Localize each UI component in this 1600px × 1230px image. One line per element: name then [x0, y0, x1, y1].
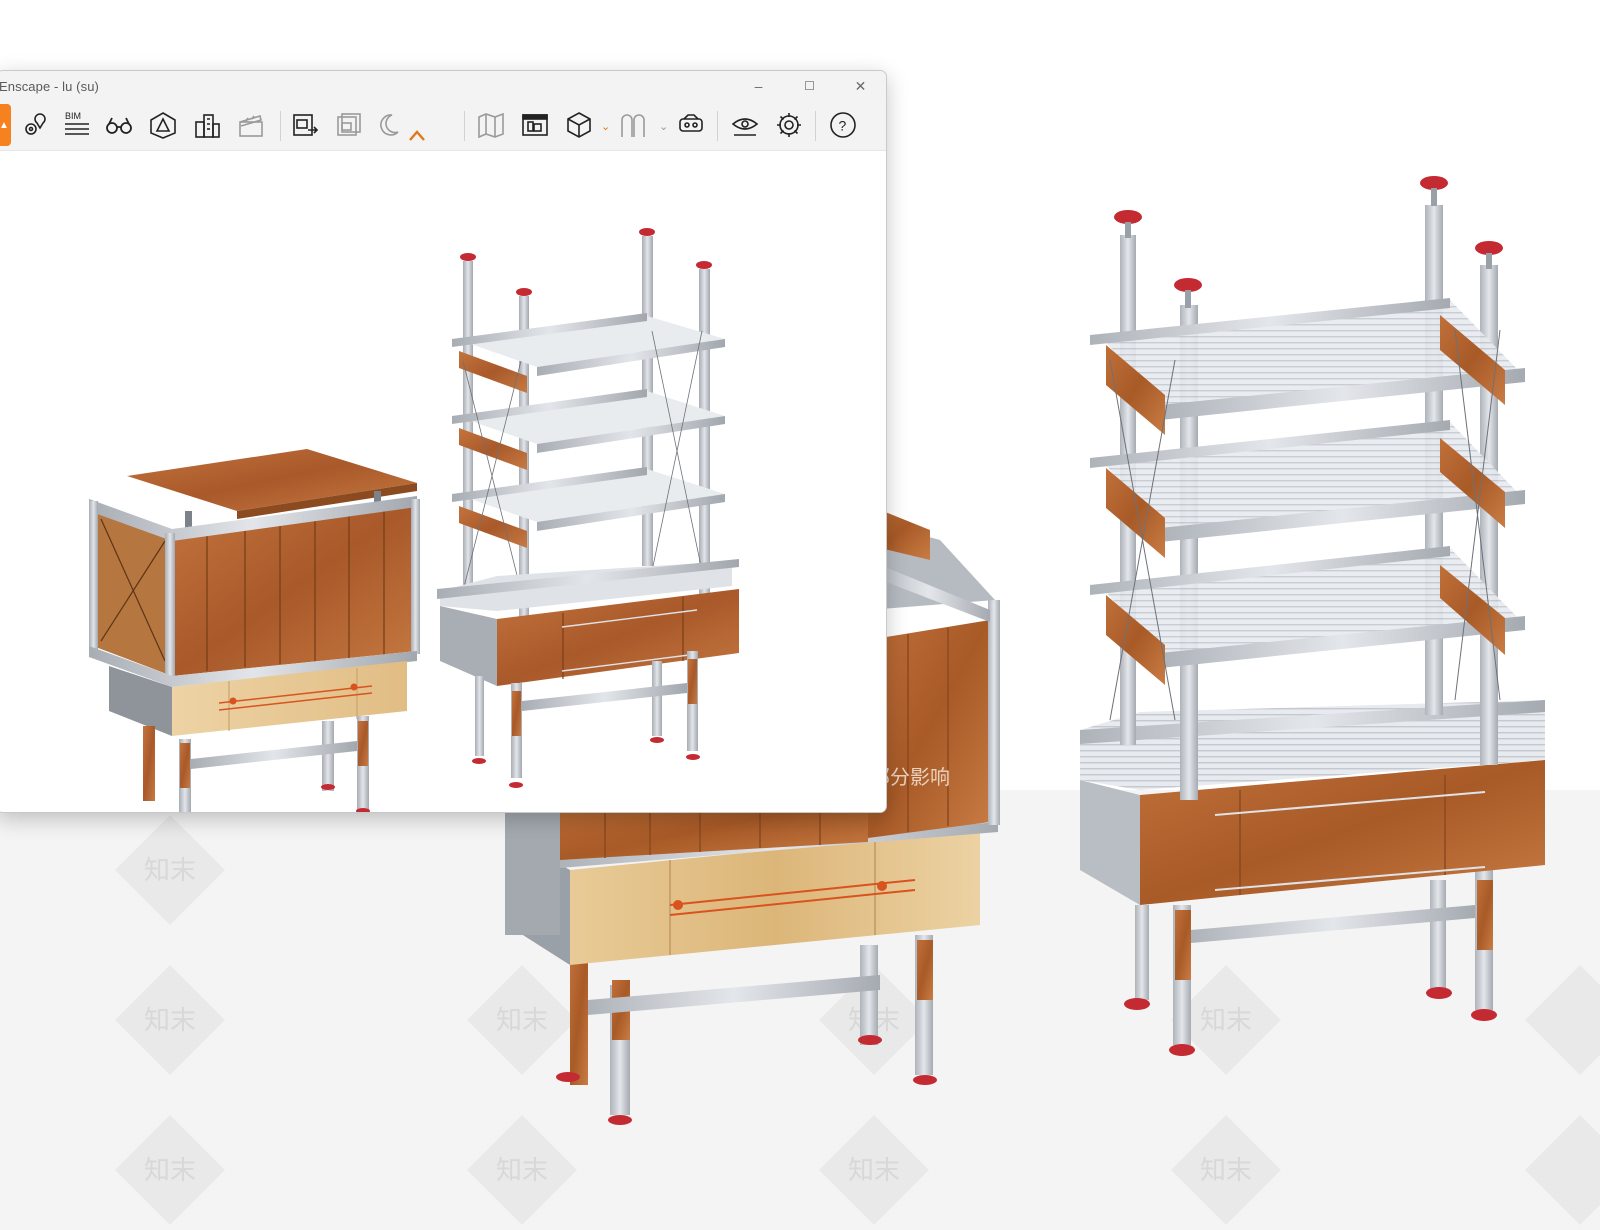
home-icon: ▲	[0, 119, 9, 131]
vr-button[interactable]	[673, 107, 709, 143]
close-button[interactable]: ✕	[835, 71, 886, 101]
batch-export-button[interactable]	[287, 107, 323, 143]
watermark-text: 知末	[1200, 1006, 1252, 1036]
asset-library-icon	[522, 114, 548, 136]
clapperboard-icon	[239, 114, 263, 137]
visual-settings-button[interactable]	[727, 107, 763, 143]
cube-icon	[567, 112, 591, 138]
collaboration-icon	[621, 114, 645, 137]
material-button[interactable]	[145, 107, 181, 143]
help-icon: ?	[830, 112, 856, 138]
video-button[interactable]	[233, 107, 269, 143]
binoculars-button[interactable]	[101, 107, 137, 143]
svg-text:BIM: BIM	[65, 111, 81, 121]
bim-icon: BIM	[65, 111, 89, 135]
map-button[interactable]	[473, 107, 509, 143]
maximize-icon: ☐	[804, 79, 815, 93]
watermark-text: 知末	[1200, 1156, 1252, 1186]
batch-export-icon	[293, 114, 319, 136]
asset-library-button[interactable]	[517, 107, 553, 143]
caret-up-icon	[409, 130, 425, 141]
watermark-text: 知末	[144, 1006, 196, 1036]
render-viewport[interactable]	[0, 151, 886, 812]
enscape-window: Enscape - lu (su) – ☐ ✕ ▲ BIM ⌄ ⌄ ?	[0, 70, 887, 813]
minimize-icon: –	[754, 78, 763, 94]
vr-headset-icon	[679, 114, 703, 132]
buildings-icon	[195, 114, 220, 138]
collaboration-button[interactable]	[615, 107, 651, 143]
minimize-button[interactable]: –	[733, 71, 784, 101]
buildings-button[interactable]	[189, 107, 225, 143]
chevron-down-icon[interactable]: ⌄	[601, 120, 610, 133]
watermark-text: 知末	[144, 856, 196, 886]
title-bar: Enscape - lu (su) – ☐ ✕	[0, 71, 886, 101]
chevron-down-icon[interactable]: ⌄	[659, 120, 668, 133]
bim-button[interactable]: BIM	[59, 107, 95, 143]
material-shape-icon	[150, 112, 176, 139]
cabinet-render	[89, 449, 420, 812]
location-button[interactable]	[17, 107, 53, 143]
settings-gear-icon	[777, 113, 801, 137]
collapse-button[interactable]	[399, 115, 435, 151]
panorama-export-button[interactable]	[331, 107, 367, 143]
watermark-text: 知末	[848, 1156, 900, 1186]
window-title: Enscape - lu (su)	[0, 78, 99, 94]
panorama-export-icon	[337, 113, 361, 136]
binoculars-icon	[106, 117, 132, 134]
watermark-text: 知末	[144, 1156, 196, 1186]
svg-text:?: ?	[839, 118, 847, 134]
help-button[interactable]: ?	[825, 107, 861, 143]
map-icon	[478, 112, 504, 139]
visual-settings-eye-icon	[731, 118, 759, 136]
watermark-text: 知末	[496, 1156, 548, 1186]
close-icon: ✕	[854, 77, 867, 94]
watermark-text: 知末	[496, 1006, 548, 1036]
cube-button[interactable]	[561, 107, 597, 143]
shelf-render	[437, 228, 739, 788]
maximize-button[interactable]: ☐	[784, 71, 835, 101]
settings-button[interactable]	[771, 107, 807, 143]
location-pin-icon	[25, 113, 46, 135]
home-button[interactable]: ▲	[0, 104, 11, 146]
toolbar: ▲ BIM ⌄ ⌄ ?	[0, 101, 886, 151]
